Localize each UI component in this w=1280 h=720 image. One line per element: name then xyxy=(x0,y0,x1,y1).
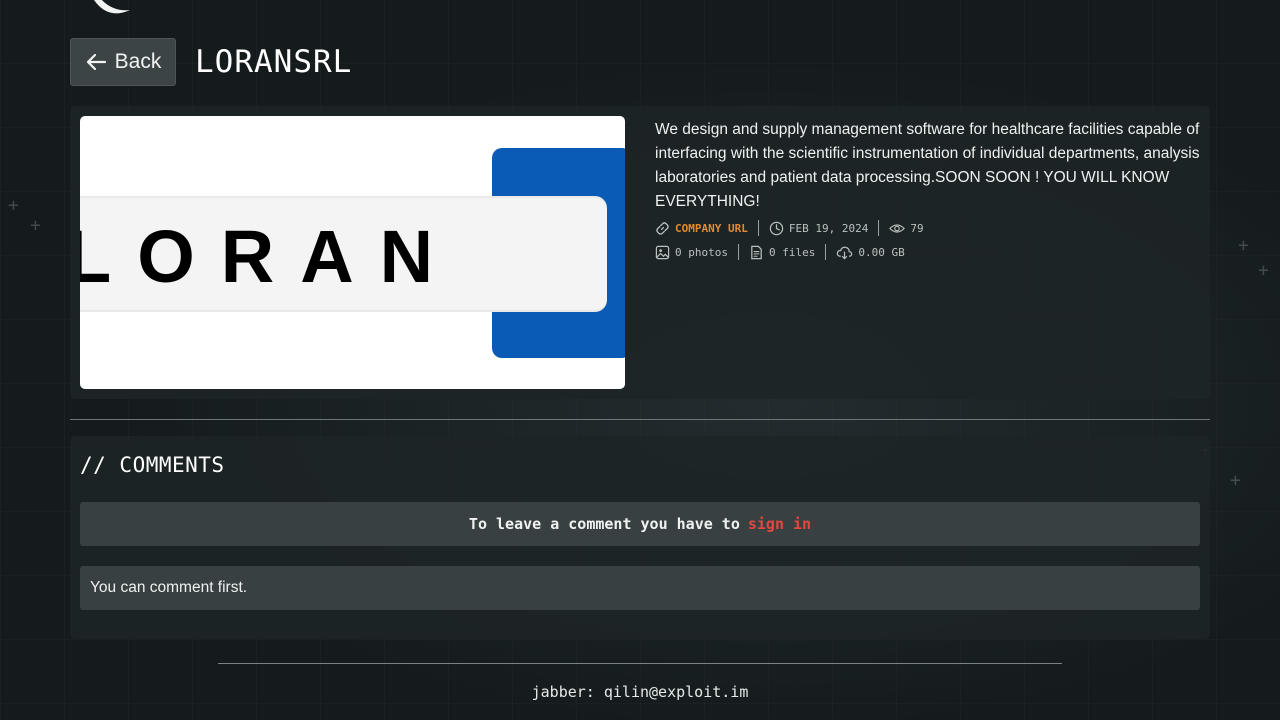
company-url-link[interactable]: COMPANY URL xyxy=(655,221,748,236)
company-logo-text: LORAN xyxy=(80,215,459,298)
site-logo-icon xyxy=(94,0,130,14)
image-icon xyxy=(655,245,670,259)
back-button[interactable]: Back xyxy=(70,38,176,86)
data-size-value: 0.00 GB xyxy=(858,245,905,259)
arrow-left-icon xyxy=(86,53,106,71)
background-cross-decoration: + xyxy=(1238,235,1249,256)
empty-comments-message: You can comment first. xyxy=(80,566,1200,610)
publish-date: FEB 19, 2024 xyxy=(769,221,868,236)
background-cross-decoration: + xyxy=(30,215,41,236)
company-stats-row: 0 photos 0 files 0.00 GB xyxy=(655,244,905,260)
company-logo-graphic: LORAN xyxy=(80,148,625,358)
background-cross-decoration: + xyxy=(1258,260,1269,281)
comments-section: // COMMENTS To leave a comment you have … xyxy=(70,436,1210,639)
cloud-download-icon xyxy=(837,246,853,259)
meta-separator xyxy=(878,220,880,236)
signin-prompt-box: To leave a comment you have to sign in xyxy=(80,502,1200,546)
company-description: We design and supply management software… xyxy=(655,121,1200,210)
files-count: 0 files xyxy=(749,245,815,260)
back-button-label: Back xyxy=(114,50,162,73)
page-title: LORANSRL xyxy=(195,44,353,80)
eye-icon xyxy=(889,223,906,233)
meta-separator xyxy=(737,244,739,260)
clock-icon xyxy=(769,221,784,235)
company-logo-image: LORAN xyxy=(80,116,625,389)
photos-count: 0 photos xyxy=(655,245,728,260)
meta-separator xyxy=(825,244,827,260)
signin-link[interactable]: sign in xyxy=(748,515,811,533)
section-divider xyxy=(70,419,1210,420)
publish-date-value: FEB 19, 2024 xyxy=(788,221,869,235)
company-meta-row: COMPANY URL FEB 19, 2024 79 xyxy=(655,220,924,236)
photos-count-value: 0 photos xyxy=(675,245,728,259)
footer-contact: jabber: qilin@exploit.im xyxy=(531,683,749,701)
empty-comments-text: You can comment first. xyxy=(90,579,248,596)
company-url-label[interactable]: COMPANY URL xyxy=(675,222,748,235)
link-icon xyxy=(656,221,669,235)
files-count-value: 0 files xyxy=(768,245,816,259)
signin-prompt-text: To leave a comment you have to xyxy=(468,515,740,533)
comments-title: // COMMENTS xyxy=(80,453,225,477)
view-count: 79 xyxy=(889,221,924,236)
background-cross-decoration: + xyxy=(1230,470,1241,491)
data-size: 0.00 GB xyxy=(836,245,905,260)
view-count-value: 79 xyxy=(910,221,924,235)
footer-divider xyxy=(218,663,1062,664)
meta-separator xyxy=(757,220,759,236)
file-icon xyxy=(751,245,762,259)
background-cross-decoration: + xyxy=(8,195,19,216)
company-card: LORAN We design and supply management so… xyxy=(70,106,1210,399)
